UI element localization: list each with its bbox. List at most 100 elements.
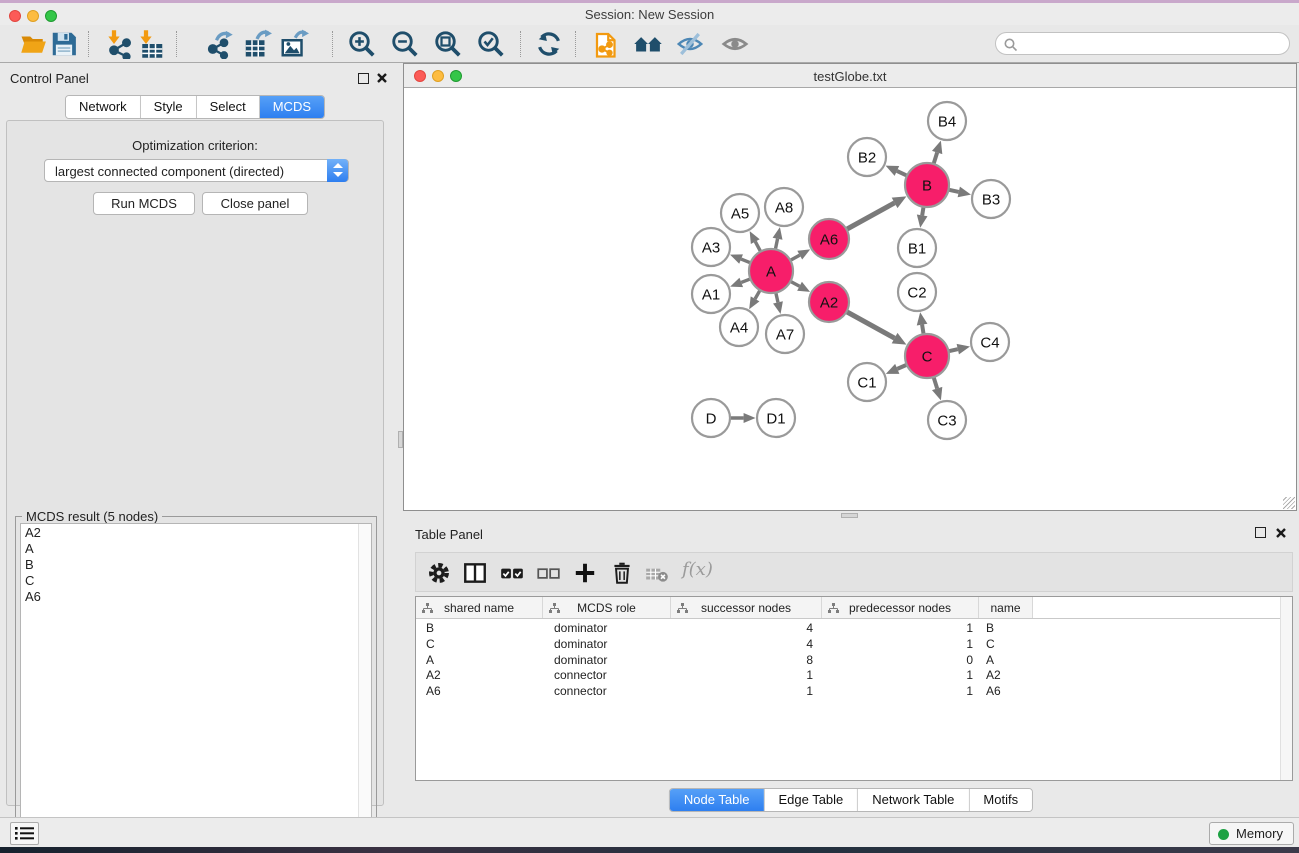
tab-node-table[interactable]: Node Table bbox=[670, 789, 765, 811]
window-resize-grip[interactable] bbox=[1283, 497, 1295, 509]
float-table-panel-icon[interactable] bbox=[1255, 526, 1266, 541]
network-window-titlebar[interactable]: testGlobe.txt bbox=[404, 64, 1296, 88]
tab-edge-table[interactable]: Edge Table bbox=[764, 789, 858, 811]
cell-shared-name[interactable]: C bbox=[416, 636, 543, 652]
result-list-scrollbar[interactable] bbox=[358, 524, 371, 848]
zoom-selected-icon[interactable] bbox=[476, 29, 506, 59]
import-network-icon[interactable] bbox=[104, 29, 134, 59]
tab-network[interactable]: Network bbox=[66, 96, 141, 118]
cell-MCDS-role[interactable]: connector bbox=[543, 683, 671, 699]
mcds-result-item[interactable]: A bbox=[21, 540, 371, 556]
first-neighbors-icon[interactable] bbox=[633, 29, 663, 59]
toolbar-separator bbox=[88, 31, 89, 57]
column-header-name[interactable]: name bbox=[979, 597, 1033, 618]
cell-shared-name[interactable]: A2 bbox=[416, 667, 543, 683]
column-header-label: successor nodes bbox=[701, 601, 791, 615]
column-header-label: shared name bbox=[444, 601, 514, 615]
close-panel-button[interactable]: Close panel bbox=[202, 192, 308, 215]
cell-successor-nodes[interactable]: 4 bbox=[671, 620, 822, 636]
create-column-plus-icon[interactable] bbox=[572, 560, 598, 586]
graph-arrowhead-B-B1 bbox=[917, 215, 928, 228]
graph-node-label-C3: C3 bbox=[937, 412, 956, 429]
cell-predecessor-nodes[interactable]: 1 bbox=[822, 636, 979, 652]
cell-MCDS-role[interactable]: connector bbox=[543, 667, 671, 683]
cell-predecessor-nodes[interactable]: 1 bbox=[822, 683, 979, 699]
cell-MCDS-role[interactable]: dominator bbox=[543, 620, 671, 636]
network-graph[interactable]: B4B2BB3A5A8A6B1A3AC2A1A2A4A7C4CC1C3DD1 bbox=[404, 88, 1296, 510]
table-settings-gear-icon[interactable] bbox=[426, 560, 452, 586]
dropdown-stepper-icon bbox=[327, 159, 348, 182]
cell-MCDS-role[interactable]: dominator bbox=[543, 636, 671, 652]
zoom-fit-icon[interactable] bbox=[433, 29, 463, 59]
graph-node-label-A4: A4 bbox=[730, 319, 748, 336]
show-column-icon[interactable] bbox=[462, 560, 488, 586]
cell-predecessor-nodes[interactable]: 0 bbox=[822, 652, 979, 668]
application-window: Session: New Session bbox=[0, 0, 1299, 853]
cell-name[interactable]: A6 bbox=[979, 683, 1033, 699]
column-header-label: name bbox=[990, 601, 1020, 615]
memory-button[interactable]: Memory bbox=[1209, 822, 1294, 845]
float-panel-icon[interactable] bbox=[358, 72, 369, 87]
mcds-result-item[interactable]: B bbox=[21, 556, 371, 572]
criterion-dropdown[interactable]: largest connected component (directed) bbox=[44, 159, 349, 182]
show-all-icon[interactable] bbox=[720, 29, 750, 59]
tab-select[interactable]: Select bbox=[197, 96, 260, 118]
tab-network-table[interactable]: Network Table bbox=[858, 789, 969, 811]
cell-MCDS-role[interactable]: dominator bbox=[543, 652, 671, 668]
table-row-A6[interactable]: A6connector11A6 bbox=[416, 683, 1280, 699]
column-header-MCDS-role[interactable]: MCDS role bbox=[543, 597, 671, 618]
tab-mcds[interactable]: MCDS bbox=[260, 96, 324, 118]
close-table-panel-icon[interactable] bbox=[1275, 527, 1287, 539]
deselect-all-checkboxes-icon[interactable] bbox=[535, 560, 561, 586]
cell-shared-name[interactable]: A6 bbox=[416, 683, 543, 699]
cell-shared-name[interactable]: A bbox=[416, 652, 543, 668]
run-mcds-button[interactable]: Run MCDS bbox=[93, 192, 195, 215]
zoom-out-icon[interactable] bbox=[390, 29, 420, 59]
zoom-in-icon[interactable] bbox=[347, 29, 377, 59]
save-session-icon[interactable] bbox=[49, 29, 79, 59]
column-header-predecessor-nodes[interactable]: predecessor nodes bbox=[822, 597, 979, 618]
search-input[interactable] bbox=[995, 32, 1290, 55]
column-header-successor-nodes[interactable]: successor nodes bbox=[671, 597, 822, 618]
cell-predecessor-nodes[interactable]: 1 bbox=[822, 620, 979, 636]
import-table-icon[interactable] bbox=[136, 29, 166, 59]
show-panels-list-button[interactable] bbox=[10, 822, 39, 845]
cell-predecessor-nodes[interactable]: 1 bbox=[822, 667, 979, 683]
table-row-A2[interactable]: A2connector11A2 bbox=[416, 667, 1280, 683]
export-table-icon[interactable] bbox=[242, 29, 272, 59]
export-network-icon[interactable] bbox=[204, 29, 234, 59]
cell-successor-nodes[interactable]: 4 bbox=[671, 636, 822, 652]
delete-column-trash-icon[interactable] bbox=[609, 560, 635, 586]
cell-successor-nodes[interactable]: 8 bbox=[671, 652, 822, 668]
table-row-A[interactable]: Adominator80A bbox=[416, 652, 1280, 668]
mcds-result-item[interactable]: A6 bbox=[21, 589, 371, 605]
mcds-result-item[interactable]: A2 bbox=[21, 524, 371, 540]
cell-name[interactable]: B bbox=[979, 620, 1033, 636]
cell-name[interactable]: A bbox=[979, 652, 1033, 668]
table-row-B[interactable]: Bdominator41B bbox=[416, 620, 1280, 636]
hide-selected-icon[interactable] bbox=[675, 29, 705, 59]
mcds-result-list[interactable]: A2ABCA6 bbox=[20, 523, 372, 849]
cell-name[interactable]: C bbox=[979, 636, 1033, 652]
function-builder-icon[interactable]: f(x) bbox=[682, 559, 713, 580]
select-all-checkboxes-icon[interactable] bbox=[499, 560, 525, 586]
delete-table-icon[interactable] bbox=[644, 560, 670, 586]
table-row-C[interactable]: Cdominator41C bbox=[416, 636, 1280, 652]
close-panel-icon[interactable] bbox=[376, 72, 388, 84]
mcds-result-item[interactable]: C bbox=[21, 573, 371, 589]
open-file-icon[interactable] bbox=[19, 29, 49, 59]
cell-successor-nodes[interactable]: 1 bbox=[671, 667, 822, 683]
column-header-shared-name[interactable]: shared name bbox=[416, 597, 543, 618]
table-scrollbar[interactable] bbox=[1280, 597, 1292, 780]
new-network-from-file-icon[interactable] bbox=[592, 29, 622, 59]
tab-style[interactable]: Style bbox=[141, 96, 197, 118]
mcds-tab-content: Optimization criterion: largest connecte… bbox=[6, 120, 384, 806]
cell-name[interactable]: A2 bbox=[979, 667, 1033, 683]
cell-shared-name[interactable]: B bbox=[416, 620, 543, 636]
cell-successor-nodes[interactable]: 1 bbox=[671, 683, 822, 699]
refresh-view-icon[interactable] bbox=[534, 29, 564, 59]
vertical-splitter-knob[interactable] bbox=[398, 431, 403, 448]
horizontal-splitter-knob[interactable] bbox=[841, 513, 858, 518]
tab-motifs[interactable]: Motifs bbox=[969, 789, 1032, 811]
export-image-icon[interactable] bbox=[279, 29, 309, 59]
